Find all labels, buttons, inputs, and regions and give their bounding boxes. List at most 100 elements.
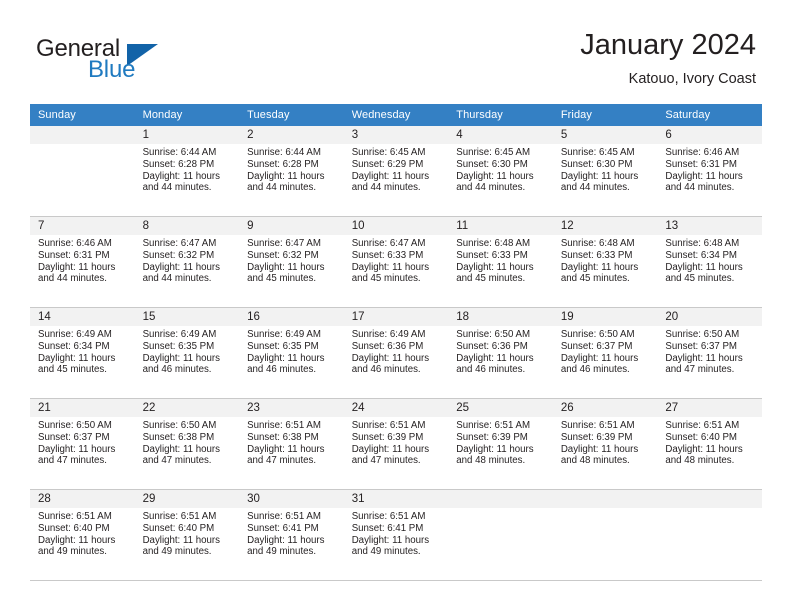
sunset-text: Sunset: 6:34 PM	[38, 340, 110, 352]
sunrise-text: Sunrise: 6:45 AM	[456, 147, 531, 158]
day-details: Sunrise: 6:51 AM Sunset: 6:39 PM Daylight:…	[344, 417, 449, 467]
calendar-week-row: 1 Sunrise: 6:44 AM Sunset: 6:28 PM Daylight…	[30, 126, 762, 216]
daylight-text-line1: Daylight: 11 hours	[560, 352, 639, 364]
daylight-text-line2: and 46 minutes.	[560, 364, 630, 376]
calendar-day-cell[interactable]: 6 Sunrise: 6:46 AM Sunset: 6:31 PM Daylight…	[657, 126, 762, 216]
calendar-day-cell[interactable]: 2 Sunrise: 6:44 AM Sunset: 6:28 PM Daylight…	[239, 126, 344, 216]
calendar-day-cell[interactable]: 15 Sunrise: 6:49 AM Sunset: 6:35 PM Dayligh…	[134, 307, 240, 398]
calendar-day-cell[interactable]: 4 Sunrise: 6:45 AM Sunset: 6:30 PM Daylight…	[448, 126, 553, 216]
calendar-day-cell[interactable]: 21 Sunrise: 6:50 AM Sunset: 6:37 PM Dayligh…	[30, 398, 135, 489]
day-number	[448, 490, 553, 508]
calendar-day-cell[interactable]: 1 Sunrise: 6:44 AM Sunset: 6:28 PM Daylight…	[134, 126, 240, 216]
day-details: Sunrise: 6:51 AM Sunset: 6:39 PM Daylight:…	[448, 417, 553, 467]
calendar-day-cell[interactable]: 17 Sunrise: 6:49 AM Sunset: 6:36 PM Dayligh…	[343, 307, 449, 398]
day-cell-inner: 6 Sunrise: 6:46 AM Sunset: 6:31 PM Daylight…	[657, 126, 762, 216]
day-number: 6	[657, 126, 762, 144]
calendar-day-cell[interactable]: 22 Sunrise: 6:50 AM Sunset: 6:38 PM Dayligh…	[134, 398, 240, 489]
day-cell-inner: 1 Sunrise: 6:44 AM Sunset: 6:28 PM Daylight…	[134, 126, 240, 216]
sunrise-text: Sunrise: 6:49 AM	[351, 329, 426, 340]
calendar-day-cell[interactable]: 16 Sunrise: 6:49 AM Sunset: 6:35 PM Dayligh…	[239, 307, 344, 398]
sunset-text: Sunset: 6:39 PM	[456, 431, 528, 443]
daylight-text-line2: and 44 minutes.	[665, 182, 735, 194]
day-cell-inner	[30, 126, 135, 216]
calendar-day-cell[interactable]: 30 Sunrise: 6:51 AM Sunset: 6:41 PM Dayligh…	[239, 489, 344, 580]
sunrise-text: Sunrise: 6:46 AM	[665, 147, 740, 158]
day-details: Sunrise: 6:51 AM Sunset: 6:41 PM Daylight:…	[344, 508, 449, 558]
day-number: 28	[30, 490, 135, 508]
day-details: Sunrise: 6:44 AM Sunset: 6:28 PM Daylight:…	[135, 144, 240, 194]
day-details: Sunrise: 6:46 AM Sunset: 6:31 PM Daylight:…	[30, 235, 135, 285]
sunset-text: Sunset: 6:38 PM	[247, 431, 319, 443]
daylight-text-line2: and 49 minutes.	[142, 546, 212, 558]
daylight-text-line2: and 44 minutes.	[142, 182, 212, 194]
calendar-day-cell[interactable]: 29 Sunrise: 6:51 AM Sunset: 6:40 PM Dayligh…	[134, 489, 240, 580]
daylight-text-line1: Daylight: 11 hours	[38, 534, 116, 546]
calendar-day-cell[interactable]: 31 Sunrise: 6:51 AM Sunset: 6:41 PM Dayligh…	[343, 489, 449, 580]
calendar-day-cell[interactable]: 12 Sunrise: 6:48 AM Sunset: 6:33 PM Dayligh…	[552, 216, 658, 307]
calendar-day-cell[interactable]: 11 Sunrise: 6:48 AM Sunset: 6:33 PM Dayligh…	[448, 216, 553, 307]
day-cell-inner: 30 Sunrise: 6:51 AM Sunset: 6:41 PM Dayligh…	[239, 490, 344, 580]
day-details: Sunrise: 6:47 AM Sunset: 6:32 PM Daylight:…	[239, 235, 344, 285]
calendar-empty-cell	[30, 126, 135, 216]
day-number: 27	[657, 399, 762, 417]
daylight-text-line2: and 47 minutes.	[142, 455, 212, 467]
daylight-text-line2: and 49 minutes.	[247, 546, 317, 558]
calendar-day-cell[interactable]: 24 Sunrise: 6:51 AM Sunset: 6:39 PM Dayligh…	[343, 398, 449, 489]
daylight-text-line1: Daylight: 11 hours	[142, 261, 220, 273]
day-cell-inner	[657, 490, 762, 580]
day-number: 18	[448, 308, 553, 326]
calendar-day-cell[interactable]: 9 Sunrise: 6:47 AM Sunset: 6:32 PM Daylight…	[239, 216, 344, 307]
week-separator	[30, 580, 762, 581]
day-details: Sunrise: 6:50 AM Sunset: 6:37 PM Daylight:…	[657, 326, 762, 376]
daylight-text-line2: and 47 minutes.	[38, 455, 107, 467]
page-subtitle-location: Katouo, Ivory Coast	[628, 71, 756, 87]
day-cell-inner	[552, 490, 658, 580]
calendar-day-cell[interactable]: 14 Sunrise: 6:49 AM Sunset: 6:34 PM Dayligh…	[30, 307, 135, 398]
sunrise-text: Sunrise: 6:51 AM	[351, 420, 426, 431]
day-details: Sunrise: 6:48 AM Sunset: 6:33 PM Daylight:…	[448, 235, 553, 285]
day-details: Sunrise: 6:51 AM Sunset: 6:40 PM Daylight:…	[657, 417, 762, 467]
calendar-day-cell[interactable]: 3 Sunrise: 6:45 AM Sunset: 6:29 PM Daylight…	[343, 126, 449, 216]
calendar-day-cell[interactable]: 28 Sunrise: 6:51 AM Sunset: 6:40 PM Dayligh…	[30, 489, 135, 580]
daylight-text-line1: Daylight: 11 hours	[456, 443, 534, 455]
calendar-day-cell[interactable]: 26 Sunrise: 6:51 AM Sunset: 6:39 PM Dayligh…	[552, 398, 658, 489]
day-number: 17	[343, 308, 449, 326]
sunrise-text: Sunrise: 6:50 AM	[142, 420, 217, 431]
sunset-text: Sunset: 6:37 PM	[38, 431, 110, 443]
day-number: 24	[343, 399, 449, 417]
weekday-header-sunday: Sunday	[30, 104, 135, 126]
daylight-text-line1: Daylight: 11 hours	[38, 352, 116, 364]
daylight-text-line1: Daylight: 11 hours	[351, 261, 430, 273]
calendar-day-cell[interactable]: 27 Sunrise: 6:51 AM Sunset: 6:40 PM Dayligh…	[657, 398, 762, 489]
calendar-day-cell[interactable]: 19 Sunrise: 6:50 AM Sunset: 6:37 PM Dayligh…	[552, 307, 658, 398]
sunrise-text: Sunrise: 6:47 AM	[142, 238, 217, 249]
daylight-text-line2: and 45 minutes.	[665, 273, 735, 285]
calendar-day-cell[interactable]: 7 Sunrise: 6:46 AM Sunset: 6:31 PM Daylight…	[30, 216, 135, 307]
calendar-day-cell[interactable]: 5 Sunrise: 6:45 AM Sunset: 6:30 PM Daylight…	[552, 126, 658, 216]
sunrise-text: Sunrise: 6:47 AM	[247, 238, 321, 249]
daylight-text-line2: and 45 minutes.	[38, 364, 107, 376]
calendar-day-cell[interactable]: 13 Sunrise: 6:48 AM Sunset: 6:34 PM Dayligh…	[657, 216, 762, 307]
daylight-text-line1: Daylight: 11 hours	[38, 261, 116, 273]
daylight-text-line1: Daylight: 11 hours	[351, 534, 430, 546]
day-number: 5	[552, 126, 658, 144]
weekday-header-saturday: Saturday	[657, 104, 762, 126]
calendar-day-cell[interactable]: 20 Sunrise: 6:50 AM Sunset: 6:37 PM Dayligh…	[657, 307, 762, 398]
calendar-header-row: Sunday Monday Tuesday Wednesday Thursday Frid…	[30, 104, 762, 126]
day-details: Sunrise: 6:50 AM Sunset: 6:36 PM Daylight:…	[448, 326, 553, 376]
day-number: 2	[239, 126, 344, 144]
calendar-empty-cell	[657, 489, 762, 580]
daylight-text-line2: and 48 minutes.	[456, 455, 526, 467]
calendar-day-cell[interactable]: 10 Sunrise: 6:47 AM Sunset: 6:33 PM Dayligh…	[343, 216, 449, 307]
calendar-day-cell[interactable]: 8 Sunrise: 6:47 AM Sunset: 6:32 PM Daylight…	[134, 216, 240, 307]
daylight-text-line2: and 46 minutes.	[142, 364, 212, 376]
calendar-day-cell[interactable]: 18 Sunrise: 6:50 AM Sunset: 6:36 PM Dayligh…	[448, 307, 553, 398]
sunset-text: Sunset: 6:31 PM	[665, 158, 737, 170]
day-number: 21	[30, 399, 135, 417]
day-cell-inner: 21 Sunrise: 6:50 AM Sunset: 6:37 PM Dayligh…	[30, 399, 135, 489]
daylight-text-line1: Daylight: 11 hours	[665, 352, 743, 364]
sunset-text: Sunset: 6:33 PM	[456, 249, 528, 261]
calendar-day-cell[interactable]: 25 Sunrise: 6:51 AM Sunset: 6:39 PM Dayligh…	[448, 398, 553, 489]
day-details: Sunrise: 6:49 AM Sunset: 6:35 PM Daylight:…	[135, 326, 240, 376]
calendar-day-cell[interactable]: 23 Sunrise: 6:51 AM Sunset: 6:38 PM Dayligh…	[239, 398, 344, 489]
